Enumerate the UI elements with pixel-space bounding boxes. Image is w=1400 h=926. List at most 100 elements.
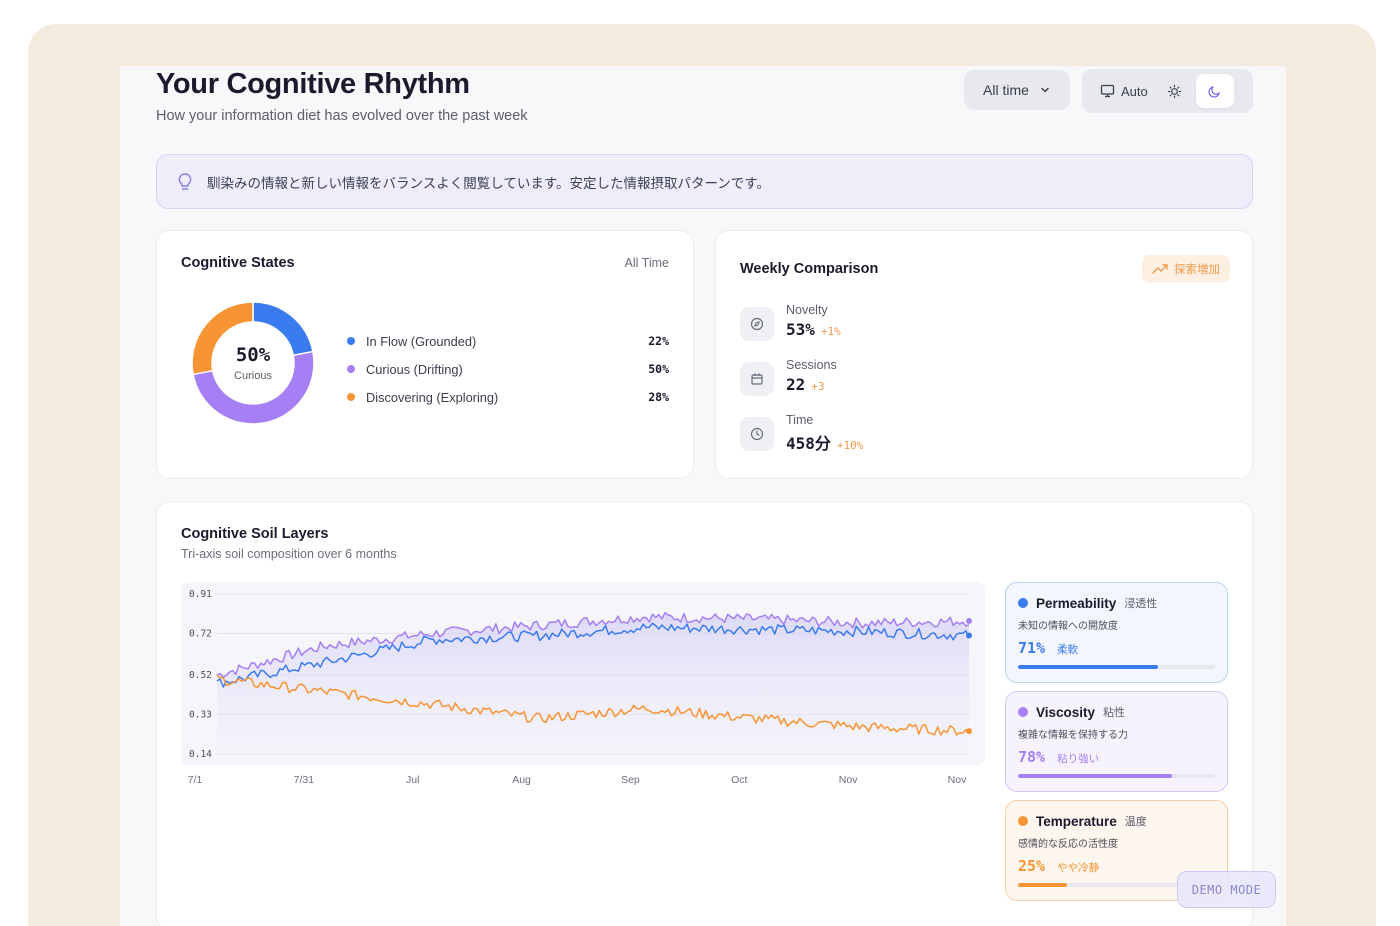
donut-center-value: 50% [235, 344, 271, 366]
trend-badge: 探索増加 [1142, 255, 1230, 283]
metric-delta: +10% [836, 439, 864, 452]
axis-value: 25% [1018, 857, 1046, 875]
axis-description: 複雑な情報を保持する力 [1018, 730, 1128, 741]
sun-icon [1168, 84, 1182, 98]
theme-auto-label: Auto [1121, 83, 1148, 99]
cognitive-states-legend: In Flow (Grounded) 22% Curious (Drifting… [347, 327, 669, 411]
axis-progress-fill [1018, 665, 1158, 669]
time-range-label: All time [983, 82, 1029, 98]
y-tick-label: 0.14 [189, 749, 212, 760]
metric-delta: +1% [820, 325, 841, 338]
x-tick-label: 7/31 [293, 774, 315, 786]
permeability-dot [1018, 598, 1028, 608]
viscosity-card[interactable]: Viscosity 粘性 複雑な情報を保持する力 78% 粘り強い [1005, 691, 1228, 792]
axis-value: 78% [1018, 748, 1046, 766]
metric-label: Time [786, 413, 814, 427]
y-tick-label: 0.33 [189, 710, 212, 721]
trend-badge-label: 探索増加 [1174, 264, 1220, 276]
legend-percent: 50% [648, 362, 669, 376]
metric-value: 22 [786, 375, 806, 394]
axis-tag: やや冷静 [1057, 862, 1100, 874]
metric-label: Sessions [786, 358, 837, 372]
legend-item: In Flow (Grounded) 22% [347, 327, 669, 355]
compass-icon [740, 307, 774, 341]
soil-layers-subtitle: Tri-axis soil composition over 6 months [181, 547, 397, 561]
metric-value: 53% [786, 320, 815, 339]
axis-progress-fill [1018, 883, 1068, 887]
axis-name: Permeability [1036, 595, 1117, 611]
axis-jp-name: 浸透性 [1124, 598, 1158, 610]
trending-up-icon [1152, 264, 1168, 274]
cognitive-states-card: Cognitive States All Time 50% Curious In… [156, 230, 694, 479]
axis-jp-name: 温度 [1124, 816, 1147, 828]
axis-progress-fill [1018, 774, 1172, 778]
axis-name: Temperature [1036, 813, 1117, 829]
chevron-down-icon [1041, 87, 1049, 93]
legend-dot [347, 337, 355, 345]
x-tick-label: Aug [512, 774, 531, 786]
legend-dot [347, 393, 355, 401]
x-tick-label: Sep [621, 774, 640, 786]
series-end-point [966, 632, 972, 639]
series-end-point [966, 728, 972, 735]
y-tick-label: 0.52 [189, 670, 212, 681]
soil-layers-card: Cognitive Soil Layers Tri-axis soil comp… [156, 501, 1253, 926]
cognitive-states-title: Cognitive States [181, 255, 295, 271]
axis-description: 感情的な反応の活性度 [1018, 839, 1118, 850]
legend-item: Curious (Drifting) 50% [347, 355, 669, 383]
legend-percent: 28% [648, 390, 669, 404]
metric-delta: +3 [811, 380, 825, 393]
legend-name: Discovering (Exploring) [366, 389, 499, 405]
page-subtitle: How your information diet has evolved ov… [156, 108, 528, 124]
weekly-comparison-title: Weekly Comparison [740, 261, 879, 277]
time-range-dropdown[interactable]: All time [964, 70, 1070, 110]
donut-center: 50% Curious [191, 301, 315, 425]
axis-value: 71% [1018, 639, 1046, 657]
clock-icon [740, 417, 774, 451]
metric-value: 458分 [786, 434, 831, 453]
viscosity-dot [1018, 707, 1028, 717]
cognitive-states-period: All Time [624, 256, 669, 270]
x-tick-label: Nov [838, 774, 858, 786]
legend-item: Discovering (Exploring) 28% [347, 383, 669, 411]
dashboard-page: Your Cognitive Rhythm How your informati… [120, 66, 1286, 926]
donut-center-label: Curious [234, 370, 272, 382]
axis-name: Viscosity [1036, 704, 1096, 720]
axis-progress-track [1018, 665, 1215, 669]
x-tick-label: Oct [731, 774, 748, 786]
axis-tag: 粘り強い [1057, 753, 1100, 765]
legend-name: In Flow (Grounded) [366, 333, 477, 349]
axis-jp-name: 粘性 [1103, 707, 1126, 719]
axis-description: 未知の情報への開放度 [1018, 621, 1118, 632]
lightbulb-icon [178, 172, 192, 190]
y-tick-label: 0.91 [189, 589, 212, 600]
permeability-card[interactable]: Permeability 浸透性 未知の情報への開放度 71% 柔軟 [1005, 582, 1228, 683]
page-title: Your Cognitive Rhythm [156, 68, 470, 100]
theme-light-button[interactable] [1160, 73, 1190, 109]
chart-x-axis: 7/1 7/31 Jul Aug Sep Oct Nov Nov [181, 774, 981, 792]
metric-time: Time 458分 +10% [740, 413, 863, 454]
legend-dot [347, 365, 355, 373]
x-tick-label: Nov [947, 774, 967, 786]
metric-novelty: Novelty 53% +1% [740, 303, 841, 341]
calendar-icon [740, 362, 774, 396]
theme-dark-button[interactable] [1195, 74, 1234, 108]
weekly-comparison-card: Weekly Comparison 探索増加 Novelty 53% +1% Se… [715, 230, 1253, 479]
insight-text: 馴染みの情報と新しい情報をバランスよく閲覧しています。安定した情報摂取パターンで… [207, 175, 770, 191]
axis-tag: 柔軟 [1057, 644, 1079, 656]
theme-switcher: Auto [1082, 69, 1253, 113]
soil-layers-title: Cognitive Soil Layers [181, 526, 329, 542]
soil-layers-chart: 0.91 0.72 0.52 0.33 0.14 [189, 589, 972, 760]
moon-icon [1208, 85, 1221, 98]
legend-name: Curious (Drifting) [366, 361, 463, 377]
metric-sessions: Sessions 22 +3 [740, 358, 837, 396]
theme-auto-button[interactable]: Auto [1086, 73, 1160, 109]
metric-label: Novelty [786, 303, 828, 317]
series-end-point [966, 618, 972, 625]
x-tick-label: 7/1 [187, 774, 203, 786]
demo-mode-badge: DEMO MODE [1177, 871, 1276, 908]
y-tick-label: 0.72 [189, 628, 212, 639]
monitor-icon [1100, 84, 1115, 98]
temperature-dot [1018, 816, 1028, 826]
x-tick-label: Jul [405, 774, 420, 786]
